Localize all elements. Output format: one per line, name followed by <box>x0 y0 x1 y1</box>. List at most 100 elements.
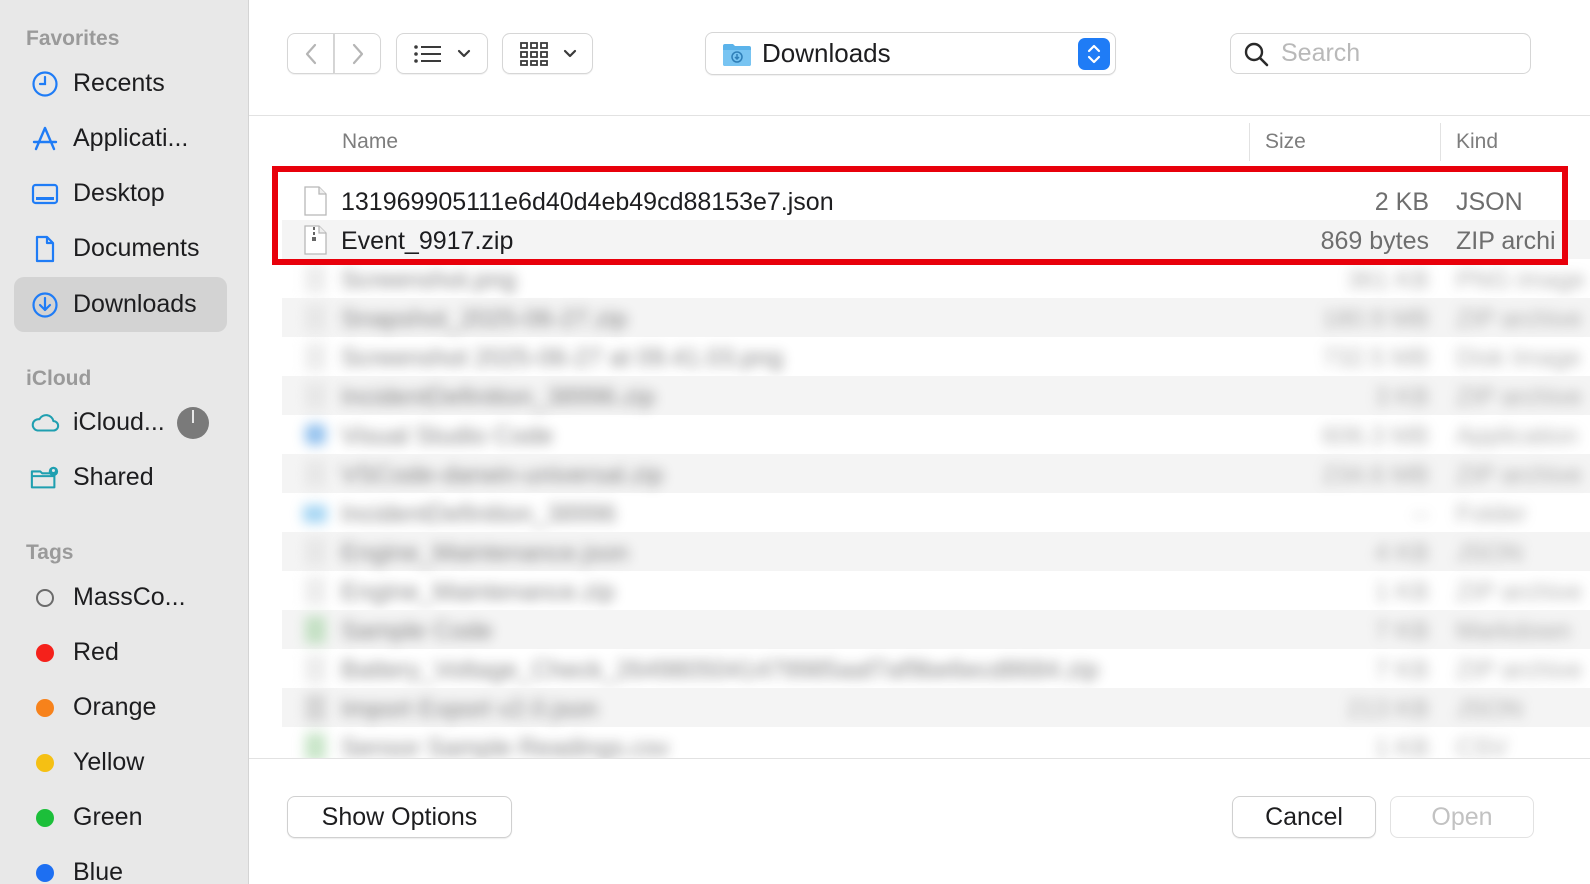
cloud-icon <box>30 408 60 438</box>
clock-icon <box>30 69 60 99</box>
file-kind: ZIP archive <box>1456 656 1582 684</box>
search-input[interactable] <box>1281 39 1511 68</box>
file-row[interactable]: Screenshot 2025-06-27 at 09.41.03.png 73… <box>282 337 1590 376</box>
sidebar-item-label: Recents <box>73 69 165 97</box>
location-label: Downloads <box>762 38 891 68</box>
sidebar-item-icloud-drive[interactable]: iCloud... <box>14 395 227 450</box>
tag-outline-icon <box>36 588 54 607</box>
file-kind: JSON <box>1456 539 1523 567</box>
open-button[interactable]: Open <box>1390 796 1534 838</box>
file-row[interactable]: Sensor Sample Readings.csv 1 KB CSV <box>282 727 1590 758</box>
file-row[interactable]: Engine_Maintenance.json 4 KB JSON <box>282 532 1590 571</box>
file-icon <box>305 694 326 722</box>
file-row[interactable]: IncidentDefinition_38996.zip 3 KB ZIP ar… <box>282 376 1590 415</box>
document-icon <box>30 234 60 264</box>
sidebar-item-label: Yellow <box>73 748 145 776</box>
sidebar-item-applications[interactable]: Applicati... <box>14 111 227 166</box>
file-name: VSCode-darwin-universal.zip <box>341 461 664 489</box>
file-name: Event_9917.zip <box>341 227 514 255</box>
back-button[interactable] <box>287 33 334 74</box>
file-kind: JSON <box>1456 188 1523 216</box>
file-kind: ZIP archive <box>1456 461 1582 489</box>
file-name: Engine_Maintenance.json <box>341 539 629 567</box>
sidebar-item-label: Red <box>73 638 119 666</box>
orange-tag-icon <box>36 698 54 717</box>
file-kind: Folder <box>1456 500 1527 528</box>
sidebar-item-label: MassCo... <box>73 583 186 611</box>
sidebar-item-label: iCloud... <box>73 408 165 436</box>
sidebar-tag-blue[interactable]: Blue <box>14 845 227 884</box>
file-row[interactable]: Battery_Voltage_Check_2649805041479985aa… <box>282 649 1590 688</box>
file-size: 4 KB <box>1374 539 1429 567</box>
footer-divider <box>249 758 1590 759</box>
file-row[interactable]: Engine_Maintenance.zip 1 KB ZIP archive <box>282 571 1590 610</box>
file-row[interactable]: Visual Studio Code 606.3 MB Application <box>282 415 1590 454</box>
app-icon <box>305 424 326 445</box>
applications-icon <box>30 124 60 154</box>
sidebar-item-label: Applicati... <box>73 124 189 152</box>
forward-button[interactable] <box>334 33 381 74</box>
search-field[interactable] <box>1230 33 1531 74</box>
file-name: Screenshot.png <box>341 266 517 294</box>
file-name: Sensor Sample Readings.csv <box>341 734 669 758</box>
file-icon <box>305 304 326 332</box>
file-kind: ZIP archive <box>1456 305 1582 333</box>
view-mode-list-button[interactable] <box>396 33 488 74</box>
downloads-icon <box>30 290 60 320</box>
file-row[interactable]: Sample Code 7 KB Markdown <box>282 610 1590 649</box>
file-row[interactable]: Snapshot_2025-06-27.zip 180.9 MB ZIP arc… <box>282 298 1590 337</box>
file-size: 234.6 MB <box>1321 461 1429 489</box>
column-header-size[interactable]: Size <box>1265 130 1306 154</box>
file-name: IncidentDefinition_38996 <box>341 500 617 528</box>
sidebar-tag-massco[interactable]: MassCo... <box>14 570 227 625</box>
column-divider[interactable] <box>1249 123 1250 161</box>
location-popup[interactable]: Downloads <box>705 32 1116 75</box>
green-tag-icon <box>36 808 54 827</box>
sidebar-item-shared[interactable]: Shared <box>14 450 227 505</box>
file-list: 131969905111e6d40d4eb49cd88153e7.json 2 … <box>282 181 1590 758</box>
sidebar-item-label: Green <box>73 803 143 831</box>
file-row[interactable]: Event_9917.zip 869 bytes ZIP archi <box>282 220 1590 259</box>
file-size: 1 KB <box>1374 734 1429 758</box>
file-row[interactable]: Import Export v2.0.json 213 KB JSON <box>282 688 1590 727</box>
file-name: Sample Code <box>341 617 493 645</box>
group-by-button[interactable] <box>502 33 593 74</box>
file-size: 732.5 MB <box>1321 344 1429 372</box>
file-size: 361 KB <box>1346 266 1429 294</box>
file-size: 213 KB <box>1346 695 1429 723</box>
file-kind: ZIP archi <box>1456 227 1556 255</box>
file-kind: PNG image <box>1456 266 1586 294</box>
sidebar-item-desktop[interactable]: Desktop <box>14 166 227 221</box>
sidebar-tag-yellow[interactable]: Yellow <box>14 735 227 790</box>
sidebar-item-documents[interactable]: Documents <box>14 221 227 276</box>
file-icon <box>305 382 326 410</box>
file-kind: ZIP archive <box>1456 578 1582 606</box>
file-icon <box>305 655 326 683</box>
sidebar-tag-red[interactable]: Red <box>14 625 227 680</box>
file-row[interactable]: Screenshot.png 361 KB PNG image <box>282 259 1590 298</box>
column-header-kind[interactable]: Kind <box>1456 130 1498 154</box>
file-row[interactable]: VSCode-darwin-universal.zip 234.6 MB ZIP… <box>282 454 1590 493</box>
file-icon <box>305 265 326 293</box>
favorites-heading: Favorites <box>26 27 120 50</box>
file-size: 180.9 MB <box>1321 305 1429 333</box>
sidebar-tag-green[interactable]: Green <box>14 790 227 845</box>
sidebar-tag-orange[interactable]: Orange <box>14 680 227 735</box>
show-options-button[interactable]: Show Options <box>287 796 512 838</box>
column-divider[interactable] <box>1440 123 1441 161</box>
file-size: 1 KB <box>1374 578 1429 606</box>
sidebar-item-recents[interactable]: Recents <box>14 56 227 111</box>
zip-file-icon <box>304 225 327 255</box>
file-kind: Markdown <box>1456 617 1572 645</box>
file-size: 7 KB <box>1374 656 1429 684</box>
column-header-name[interactable]: Name <box>342 130 398 154</box>
sidebar-item-label: Shared <box>73 463 154 491</box>
file-kind: Application <box>1456 422 1579 450</box>
sidebar-item-downloads[interactable]: Downloads <box>14 277 227 332</box>
file-name: Battery_Voltage_Check_2649805041479985aa… <box>341 656 1099 684</box>
file-row[interactable]: IncidentDefinition_38996 -- Folder <box>282 493 1590 532</box>
cancel-button[interactable]: Cancel <box>1232 796 1376 838</box>
shared-folder-icon <box>30 463 60 493</box>
file-row[interactable]: 131969905111e6d40d4eb49cd88153e7.json 2 … <box>282 181 1590 220</box>
sidebar-item-label: Desktop <box>73 179 165 207</box>
